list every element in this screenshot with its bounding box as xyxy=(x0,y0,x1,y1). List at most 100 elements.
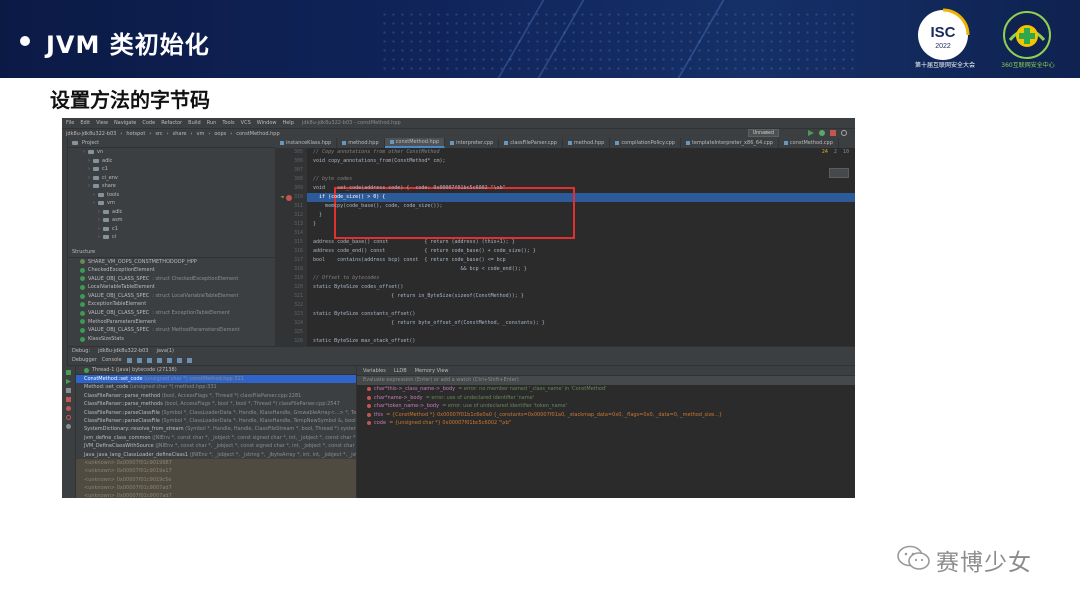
debug-toolbar-tab[interactable]: Console xyxy=(102,357,122,363)
stack-frame[interactable]: <unknown> 0x00007f01c9007ad7 xyxy=(76,492,356,498)
editor-tab[interactable]: templateInterpreter_x86_64.cpp xyxy=(681,138,779,148)
breadcrumb-item[interactable]: share xyxy=(173,131,187,137)
structure-item[interactable]: ExceptionTableElement xyxy=(68,300,275,309)
structure-item[interactable]: VALUE_OBJ_CLASS_SPEC: struct LocalVariab… xyxy=(68,292,275,301)
stack-frame[interactable]: ClassFileParser::parseClassFile (Symbol … xyxy=(76,409,356,417)
tree-item[interactable]: › vm xyxy=(68,199,275,208)
step-over-icon[interactable] xyxy=(126,357,132,363)
structure-item[interactable]: VALUE_OBJ_CLASS_SPEC: struct MethodParam… xyxy=(68,326,275,335)
thread-selector[interactable]: Thread-1 (java) bytecode (27138) xyxy=(76,366,356,375)
stack-frame[interactable]: ClassFileParser::parse_method (bool, Acc… xyxy=(76,392,356,400)
line-gutter[interactable]: 305 306 307 308 309 ➜ 310 311 312 313 314 315 316 317… xyxy=(275,148,307,350)
resume-icon[interactable] xyxy=(66,379,71,384)
force-step-into-icon[interactable] xyxy=(146,357,152,363)
debug-tab[interactable]: jdk8u-jdk8u322-b03 xyxy=(98,348,148,354)
search-icon[interactable] xyxy=(841,130,847,136)
variable-row[interactable]: char*this->_class_name->_body = error: no… xyxy=(357,385,855,394)
editor-tab[interactable]: compilationPolicy.cpp xyxy=(610,138,681,148)
menu-item-vcs[interactable]: VCS xyxy=(241,120,251,126)
tree-item[interactable]: › share xyxy=(68,182,275,191)
tree-item[interactable]: › c1 xyxy=(68,165,275,174)
inspection-widget[interactable]: 24 2 10 xyxy=(822,149,849,155)
breakpoint-icon[interactable] xyxy=(285,194,292,201)
menu-item-tools[interactable]: Tools xyxy=(222,120,234,126)
breadcrumb-item[interactable]: jdk8u-jdk8u322-b03 xyxy=(66,131,116,137)
variables-tab[interactable]: LLDB xyxy=(394,368,407,374)
stack-frame[interactable]: <unknown> 0x00007f01c9019a17 xyxy=(76,467,356,476)
stack-frame[interactable]: Java_java_lang_ClassLoader_defineClass1 … xyxy=(76,451,356,459)
rerun-icon[interactable] xyxy=(66,370,71,375)
structure-item[interactable]: SHARE_VM_OOPS_CONSTMETHODOOP_HPP xyxy=(68,258,275,267)
stack-frame[interactable]: Method::set_code (unsigned char *) metho… xyxy=(76,383,356,391)
pause-icon[interactable] xyxy=(66,388,71,393)
breadcrumb-item[interactable]: oops xyxy=(214,131,226,137)
menu-item-file[interactable]: File xyxy=(66,120,74,126)
variables-tab[interactable]: Memory View xyxy=(415,368,449,374)
evaluate-expression-input[interactable]: Evaluate expression (Enter) or add a wat… xyxy=(357,376,855,385)
mute-breakpoints-icon[interactable] xyxy=(66,415,71,420)
tree-item[interactable]: › tools xyxy=(68,191,275,200)
breadcrumb-item[interactable]: hotspot xyxy=(126,131,145,137)
structure-item[interactable]: CheckedExceptionElement xyxy=(68,266,275,275)
stack-frame[interactable]: <unknown> 0x00007f01c9019987 xyxy=(76,458,356,468)
stack-frame[interactable]: <unknown> 0x00007f01c9007ad7 xyxy=(76,484,356,493)
structure-item[interactable]: VALUE_OBJ_CLASS_SPEC: struct ExceptionTa… xyxy=(68,309,275,318)
stack-frame[interactable]: ConstMethod::set_code (unsigned char *) … xyxy=(76,375,356,384)
tree-item[interactable]: › adlc xyxy=(68,208,275,217)
code-area[interactable]: // Copy annotations from other ConstMeth… xyxy=(307,148,855,350)
structure-item[interactable]: KlassSizeStats xyxy=(68,335,275,344)
variable-row[interactable]: this = {ConstMethod *} 0x00007f01b1c6e0a0… xyxy=(357,411,855,420)
editor-tab[interactable]: method.hpp xyxy=(337,138,385,148)
menu-item-help[interactable]: Help xyxy=(282,120,293,126)
editor-tab[interactable]: constMethod.cpp xyxy=(779,138,839,148)
editor-tab[interactable]: method.hpp xyxy=(563,138,611,148)
breakpoints-icon[interactable] xyxy=(66,406,71,411)
debug-tab[interactable]: Debug: xyxy=(72,348,90,354)
settings-icon[interactable] xyxy=(66,424,71,429)
debug-tab[interactable]: java(1) xyxy=(156,348,174,354)
variable-row[interactable]: code = {unsigned char *} 0x00007f01bc5c60… xyxy=(357,419,855,428)
editor-tab[interactable]: interpreter.cpp xyxy=(445,138,500,148)
run-icon[interactable] xyxy=(808,130,814,136)
breadcrumb-item[interactable]: constMethod.hpp xyxy=(236,131,279,137)
run-to-cursor-icon[interactable] xyxy=(166,357,172,363)
step-into-icon[interactable] xyxy=(136,357,142,363)
editor-tab[interactable]: instanceKlass.hpp xyxy=(275,138,338,148)
variables-tab[interactable]: Variables xyxy=(363,368,386,374)
structure-item[interactable]: MethodParametersElement xyxy=(68,318,275,327)
menu-item-run[interactable]: Run xyxy=(207,120,217,126)
structure-item[interactable]: VALUE_OBJ_CLASS_SPEC: struct CheckedExce… xyxy=(68,275,275,284)
menu-item-window[interactable]: Window xyxy=(257,120,277,126)
stack-frame[interactable]: ClassFileParser::parse_methods (bool, Ac… xyxy=(76,400,356,408)
stack-frame[interactable]: jvm_define_class_common (JNIEnv *, const… xyxy=(76,434,356,442)
tree-item[interactable]: › ci xyxy=(68,233,275,242)
tree-item[interactable]: › adlc xyxy=(68,157,275,166)
menu-item-navigate[interactable]: Navigate xyxy=(114,120,136,126)
run-config-select[interactable]: Unnamed xyxy=(748,129,780,137)
editor-tab[interactable]: constMethod.hpp xyxy=(384,138,446,148)
stack-frame[interactable]: ClassFileParser::parseClassFile (Symbol … xyxy=(76,417,356,425)
step-out-icon[interactable] xyxy=(156,357,162,363)
project-panel-header[interactable]: Project xyxy=(68,138,275,148)
breadcrumb-item[interactable]: vm xyxy=(197,131,205,137)
evaluate-icon[interactable] xyxy=(176,357,182,363)
tree-item[interactable]: › vn xyxy=(68,148,275,157)
stop-icon[interactable] xyxy=(830,130,836,136)
stack-frame[interactable]: SystemDictionary::resolve_from_stream (S… xyxy=(76,425,356,433)
variable-row[interactable]: char*token_name->_body = error: use of un… xyxy=(357,402,855,411)
tree-item[interactable]: › asm xyxy=(68,216,275,225)
stack-frame[interactable]: JVM_DefineClassWithSource (JNIEnv *, con… xyxy=(76,442,356,450)
tree-item[interactable]: › c1 xyxy=(68,225,275,234)
structure-item[interactable]: LocalVariableTableElement xyxy=(68,283,275,292)
stack-frame[interactable]: <unknown> 0x00007f01c9019c5e xyxy=(76,475,356,485)
breadcrumb-item[interactable]: src xyxy=(155,131,162,137)
debug-toolbar-tab[interactable]: Debugger xyxy=(72,357,97,363)
menu-item-view[interactable]: View xyxy=(96,120,108,126)
menu-item-refactor[interactable]: Refactor xyxy=(161,120,182,126)
menu-item-build[interactable]: Build xyxy=(188,120,201,126)
menu-item-code[interactable]: Code xyxy=(142,120,155,126)
structure-panel-header[interactable]: Structure xyxy=(68,247,275,258)
variable-row[interactable]: char*name->_body = error: use of undeclar… xyxy=(357,394,855,403)
table-view-icon[interactable] xyxy=(186,357,192,363)
tree-item[interactable]: › ci_env xyxy=(68,174,275,183)
